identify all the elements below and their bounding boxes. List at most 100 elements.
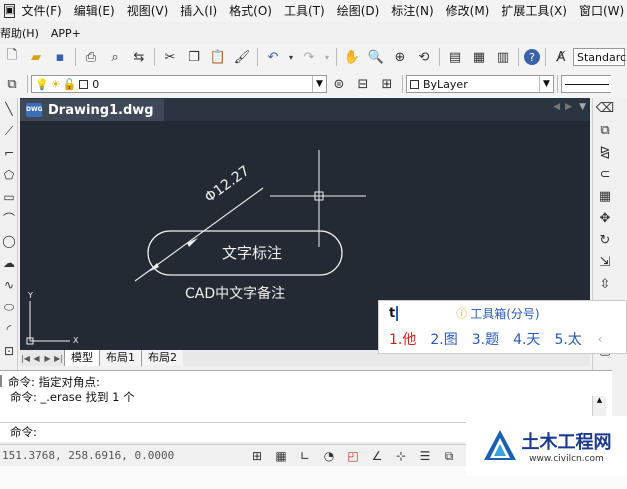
polyline-icon[interactable]: ⌐ (0, 142, 18, 164)
command-grip[interactable] (0, 375, 6, 387)
cut-icon[interactable]: ✂ (160, 47, 180, 67)
menu-modify[interactable]: 修改(M) (440, 0, 496, 22)
separator (336, 48, 337, 66)
zoom-realtime-icon[interactable]: 🔍 (366, 47, 386, 67)
line-icon[interactable]: ╲ (0, 98, 18, 120)
revision-cloud-icon[interactable]: ☁ (0, 252, 18, 274)
stretch-icon[interactable]: ⇳ (593, 274, 617, 296)
zoom-previous-icon[interactable]: ⟲ (414, 47, 434, 67)
redo-icon[interactable]: ↷ (299, 47, 319, 67)
publish-icon[interactable]: ⇆ (129, 47, 149, 67)
tab-scroll-right-icon[interactable]: ▶ (565, 102, 572, 112)
first-layout-icon[interactable]: |◀ (20, 354, 31, 363)
paste-icon[interactable]: 📋 (208, 47, 228, 67)
app-window-icon[interactable]: ▣ (4, 4, 16, 18)
menu-format[interactable]: 格式(O) (223, 0, 278, 22)
move-icon[interactable]: ✥ (593, 208, 617, 230)
tab-list-icon[interactable]: ▼ (579, 102, 586, 112)
polygon-icon[interactable]: ⬠ (0, 164, 18, 186)
text-style-dropdown[interactable]: Standarc (573, 48, 626, 66)
menu-app-plus[interactable]: APP+ (45, 27, 87, 40)
menu-tools[interactable]: 工具(T) (278, 0, 331, 22)
menu-dimension[interactable]: 标注(N) (385, 0, 439, 22)
ime-candidate[interactable]: 4.天 (513, 329, 540, 349)
document-tab[interactable]: DWG Drawing1.dwg (20, 99, 164, 121)
layer-manager-icon[interactable]: ⧉ (2, 74, 22, 94)
ime-prev-page-icon[interactable]: ‹ (598, 332, 603, 346)
text-style-icon[interactable]: A̸ (551, 47, 571, 67)
object-snap-icon[interactable]: ◰ (343, 447, 363, 465)
layer-value: 0 (92, 77, 100, 91)
tool-palette-icon[interactable]: ▥ (493, 47, 513, 67)
match-properties-icon[interactable]: 🖌 (232, 47, 252, 67)
tab-scroll-left-icon[interactable]: ◀ (553, 102, 560, 112)
menu-view[interactable]: 视图(V) (121, 0, 175, 22)
construction-line-icon[interactable]: ⟋ (0, 120, 18, 142)
document-title: Drawing1.dwg (48, 102, 154, 118)
help-icon[interactable]: ? (524, 49, 540, 65)
linetype-dropdown[interactable] (561, 75, 611, 93)
design-center-icon[interactable]: ▦ (469, 47, 489, 67)
properties-icon[interactable]: ▤ (445, 47, 465, 67)
tab-layout1[interactable]: 布局1 (99, 350, 141, 366)
print-preview-icon[interactable]: ⌕ (105, 47, 125, 67)
ellipse-icon[interactable]: ⬭ (0, 296, 18, 318)
ime-candidate[interactable]: 2.图 (430, 329, 457, 349)
snap-mode-icon[interactable]: ⊞ (247, 447, 267, 465)
ellipse-arc-icon[interactable]: ◜ (0, 318, 18, 340)
layer-dropdown[interactable]: 💡 ☀ 🔓 0 ▼ (31, 75, 327, 93)
dynamic-ucs-icon[interactable]: ⊹ (391, 447, 411, 465)
menu-help[interactable]: 帮助(H) (0, 25, 45, 41)
open-folder-icon[interactable]: ▰ (26, 47, 46, 67)
offset-icon[interactable]: ⊂ (593, 164, 617, 186)
rotate-icon[interactable]: ↻ (593, 230, 617, 252)
copy-object-icon[interactable]: ⧉ (593, 120, 617, 142)
lineweight-icon[interactable]: ☰ (415, 447, 435, 465)
object-snap-tracking-icon[interactable]: ∠ (367, 447, 387, 465)
pan-icon[interactable]: ✋ (342, 47, 362, 67)
rectangle-icon[interactable]: ▭ (0, 186, 18, 208)
color-dropdown[interactable]: ByLayer ▼ (406, 75, 554, 93)
quick-properties-icon[interactable]: ⧉ (439, 447, 459, 465)
zoom-window-icon[interactable]: ⊕ (390, 47, 410, 67)
mirror-icon[interactable]: ⧎ (593, 142, 617, 164)
make-current-layer-icon[interactable]: ⊜ (329, 74, 349, 94)
menu-extend-tools[interactable]: 扩展工具(X) (495, 0, 573, 22)
undo-icon[interactable]: ↶ (263, 47, 283, 67)
ime-candidate[interactable]: 5.太 (554, 329, 581, 349)
scroll-up-icon[interactable]: ▲ (593, 396, 606, 404)
tab-model[interactable]: 模型 (64, 350, 99, 366)
menu-file[interactable]: 文件(F) (15, 0, 67, 22)
erase-icon[interactable]: ⌫ (593, 98, 617, 120)
tab-layout2[interactable]: 布局2 (141, 350, 183, 366)
arc-icon[interactable]: ⌒ (0, 208, 18, 230)
menu-window[interactable]: 窗口(W) (573, 0, 627, 22)
layer-states-icon[interactable]: ⊞ (377, 74, 397, 94)
last-layout-icon[interactable]: ▶| (53, 354, 64, 363)
undo-dropdown-icon[interactable]: ▾ (287, 47, 295, 67)
copy-icon[interactable]: ❐ (184, 47, 204, 67)
redo-dropdown-icon[interactable]: ▾ (323, 47, 331, 67)
ime-candidate[interactable]: 1.他 (389, 329, 416, 349)
print-icon[interactable]: ⎙ (81, 47, 101, 67)
command-history-line: 命令: 指定对角点: (8, 375, 100, 389)
previous-layout-icon[interactable]: ◀ (31, 354, 42, 363)
layer-previous-icon[interactable]: ⊟ (353, 74, 373, 94)
next-layout-icon[interactable]: ▶ (42, 354, 53, 363)
menu-draw[interactable]: 绘图(D) (331, 0, 386, 22)
grid-display-icon[interactable]: ▦ (271, 447, 291, 465)
new-file-icon[interactable]: 🗋 (2, 47, 22, 67)
ortho-mode-icon[interactable]: ∟ (295, 447, 315, 465)
menu-edit[interactable]: 编辑(E) (68, 0, 121, 22)
circle-icon[interactable]: ◯ (0, 230, 18, 252)
separator (402, 75, 403, 93)
ime-candidate[interactable]: 3.题 (472, 329, 499, 349)
polar-tracking-icon[interactable]: ◔ (319, 447, 339, 465)
spline-icon[interactable]: ∿ (0, 274, 18, 296)
coordinate-readout: 151.3768, 258.6916, 0.0000 (2, 449, 175, 462)
menu-insert[interactable]: 插入(I) (174, 0, 223, 22)
insert-block-icon[interactable]: ⊡ (0, 340, 18, 362)
scale-icon[interactable]: ⇲ (593, 252, 617, 274)
save-icon[interactable]: ▪ (50, 47, 70, 67)
array-icon[interactable]: ▦ (593, 186, 617, 208)
